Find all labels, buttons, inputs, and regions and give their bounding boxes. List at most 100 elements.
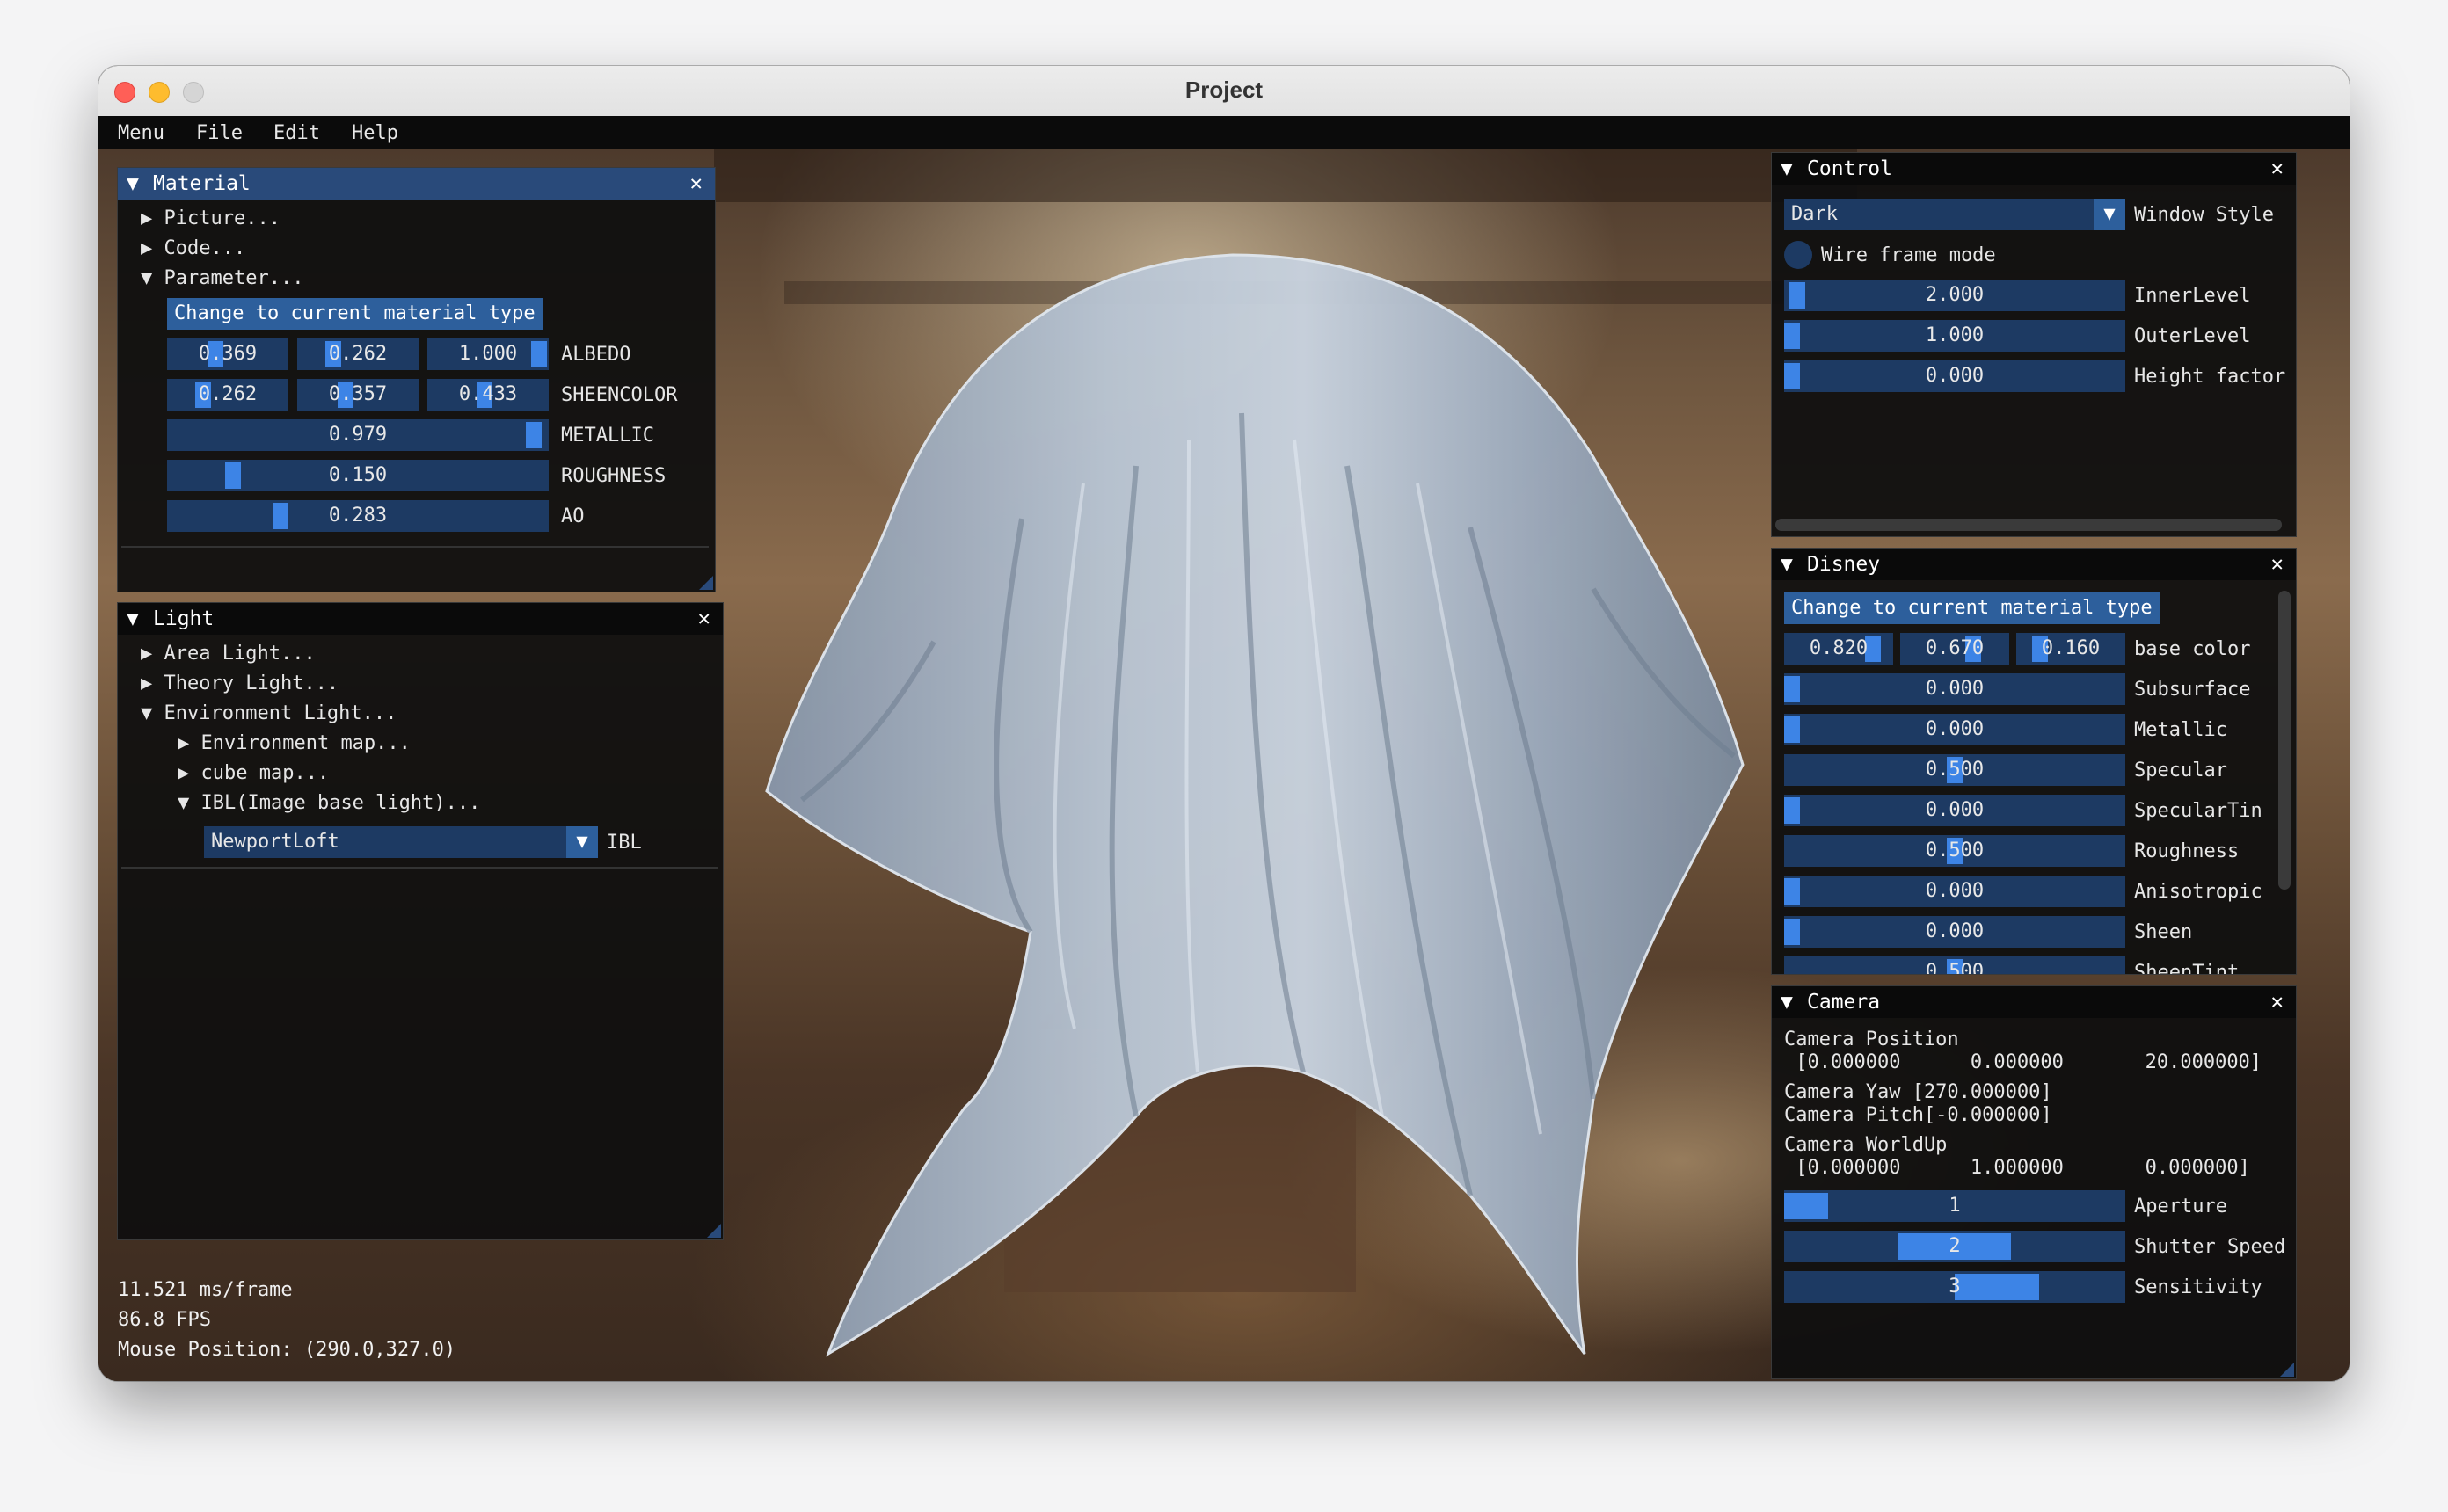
control-panel-header[interactable]: ▼ Control ✕ bbox=[1772, 153, 2296, 185]
tree-node-area-light[interactable]: ▶ Area Light... bbox=[141, 643, 316, 665]
menu-item-help[interactable]: Help bbox=[352, 122, 398, 144]
disney-param-slider[interactable]: 0.500 bbox=[1784, 835, 2125, 867]
change-material-type-button[interactable]: Change to current material type bbox=[167, 298, 543, 330]
control-panel: ▼ Control ✕ Dark ▼ Window Style Wire fra… bbox=[1771, 152, 2297, 537]
tree-node-environment-light[interactable]: ▼ Environment Light... bbox=[141, 702, 397, 724]
outer-level-slider[interactable]: 1.000 bbox=[1784, 320, 2125, 352]
metallic-slider[interactable]: 0.979 bbox=[167, 419, 549, 451]
material-panel-header[interactable]: ▼ Material ✕ bbox=[118, 168, 715, 200]
menu-item-menu[interactable]: Menu bbox=[118, 122, 164, 144]
menu-item-file[interactable]: File bbox=[196, 122, 243, 144]
shutter-speed-slider[interactable]: 2 bbox=[1784, 1231, 2125, 1262]
mouse-position-text: Mouse Position: (290.0,327.0) bbox=[118, 1339, 456, 1361]
close-icon[interactable]: ✕ bbox=[2271, 551, 2284, 576]
inner-level-slider[interactable]: 2.000 bbox=[1784, 280, 2125, 311]
disney-param-label: Subsurface bbox=[2134, 679, 2251, 701]
base-color-r-slider[interactable]: 0.820 bbox=[1784, 633, 1893, 665]
disney-param-slider[interactable]: 0.500 bbox=[1784, 956, 2125, 974]
sensitivity-slider[interactable]: 3 bbox=[1784, 1271, 2125, 1303]
albedo-label: ALBEDO bbox=[561, 344, 631, 366]
tree-label: Theory Light... bbox=[164, 672, 339, 694]
camera-position-label: Camera Position bbox=[1784, 1029, 1959, 1050]
roughness-label: ROUGHNESS bbox=[561, 465, 667, 487]
slider-value: 0.979 bbox=[328, 424, 388, 446]
close-icon[interactable]: ✕ bbox=[698, 606, 710, 630]
close-icon[interactable]: ✕ bbox=[2271, 989, 2284, 1014]
ao-slider[interactable]: 0.283 bbox=[167, 500, 549, 532]
disney-param-label: Roughness bbox=[2134, 840, 2240, 862]
vertical-scrollbar[interactable] bbox=[2278, 591, 2291, 890]
camera-worldup-label: Camera WorldUp bbox=[1784, 1134, 1948, 1156]
disney-param-slider[interactable]: 0.000 bbox=[1784, 795, 2125, 826]
disney-panel-title: Disney bbox=[1807, 553, 1881, 576]
tree-node-cube-map[interactable]: ▶ cube map... bbox=[178, 762, 329, 784]
sheencolor-g-slider[interactable]: 0.357 bbox=[297, 379, 419, 411]
collapse-triangle-icon[interactable]: ▼ bbox=[1781, 991, 1793, 1014]
disney-param-label: SheenTint bbox=[2134, 962, 2240, 975]
resize-grip[interactable] bbox=[707, 1224, 721, 1238]
tree-node-theory-light[interactable]: ▶ Theory Light... bbox=[141, 672, 339, 694]
camera-panel-title: Camera bbox=[1807, 991, 1881, 1014]
collapse-triangle-icon[interactable]: ▼ bbox=[1781, 157, 1793, 180]
slider-grab bbox=[1784, 1193, 1828, 1219]
slider-grab bbox=[1784, 919, 1800, 945]
disney-param-slider[interactable]: 0.500 bbox=[1784, 754, 2125, 786]
change-material-type-button[interactable]: Change to current material type bbox=[1784, 592, 2160, 624]
title-bar: Project bbox=[98, 66, 2350, 117]
tree-node-parameter[interactable]: ▼ Parameter... bbox=[141, 267, 303, 289]
disney-param-slider[interactable]: 0.000 bbox=[1784, 714, 2125, 745]
slider-value: 0.262 bbox=[328, 343, 388, 365]
resize-grip[interactable] bbox=[2280, 1363, 2294, 1377]
slider-value: 1.000 bbox=[1925, 324, 1985, 346]
wireframe-checkbox[interactable] bbox=[1784, 241, 1812, 269]
light-panel-header[interactable]: ▼ Light ✕ bbox=[118, 603, 723, 635]
tree-label: cube map... bbox=[200, 762, 330, 784]
app-window: Project Menu File Edit Help ▼ Material ✕… bbox=[98, 66, 2350, 1381]
camera-panel-header[interactable]: ▼ Camera ✕ bbox=[1772, 986, 2296, 1018]
chevron-down-icon[interactable]: ▼ bbox=[566, 826, 598, 858]
material-panel-title: Material bbox=[153, 172, 251, 195]
shutter-speed-label: Shutter Speed bbox=[2134, 1236, 2286, 1258]
tree-node-ibl[interactable]: ▼ IBL(Image base light)... bbox=[178, 792, 480, 814]
slider-grab bbox=[1784, 797, 1800, 824]
albedo-r-slider[interactable]: 0.369 bbox=[167, 338, 288, 370]
menu-item-edit[interactable]: Edit bbox=[273, 122, 320, 144]
disney-param-slider[interactable]: 0.000 bbox=[1784, 876, 2125, 907]
slider-grab bbox=[1784, 676, 1800, 702]
base-color-b-slider[interactable]: 0.160 bbox=[2016, 633, 2125, 665]
albedo-g-slider[interactable]: 0.262 bbox=[297, 338, 419, 370]
roughness-slider[interactable]: 0.150 bbox=[167, 460, 549, 491]
height-factor-slider[interactable]: 0.000 bbox=[1784, 360, 2125, 392]
horizontal-scrollbar[interactable] bbox=[1775, 519, 2282, 531]
slider-grab bbox=[273, 503, 288, 529]
tree-label: Picture... bbox=[164, 207, 280, 229]
collapse-triangle-icon[interactable]: ▼ bbox=[127, 172, 139, 195]
window-style-combo[interactable]: Dark ▼ bbox=[1784, 199, 2125, 230]
camera-panel: ▼ Camera ✕ Camera Position [0.000000 0.0… bbox=[1771, 985, 2297, 1379]
resize-grip[interactable] bbox=[699, 576, 713, 590]
disney-panel-header[interactable]: ▼ Disney ✕ bbox=[1772, 549, 2296, 580]
disney-param-slider[interactable]: 0.000 bbox=[1784, 916, 2125, 948]
close-icon[interactable]: ✕ bbox=[2271, 156, 2284, 180]
tree-node-environment-map[interactable]: ▶ Environment map... bbox=[178, 732, 411, 754]
close-icon[interactable]: ✕ bbox=[690, 171, 703, 195]
tree-node-picture[interactable]: ▶ Picture... bbox=[141, 207, 280, 229]
collapse-triangle-icon[interactable]: ▼ bbox=[127, 607, 139, 630]
albedo-b-slider[interactable]: 1.000 bbox=[427, 338, 549, 370]
slider-value: 0.262 bbox=[198, 383, 258, 405]
base-color-g-slider[interactable]: 0.670 bbox=[1900, 633, 2009, 665]
disney-param-slider[interactable]: 0.000 bbox=[1784, 673, 2125, 705]
sheencolor-r-slider[interactable]: 0.262 bbox=[167, 379, 288, 411]
aperture-label: Aperture bbox=[2134, 1196, 2227, 1218]
camera-pitch-text: Camera Pitch[-0.000000] bbox=[1784, 1104, 2052, 1126]
collapse-triangle-icon[interactable]: ▼ bbox=[1781, 553, 1793, 576]
tree-label: Environment map... bbox=[200, 732, 411, 754]
slider-value: 0.433 bbox=[458, 383, 518, 405]
chevron-down-icon[interactable]: ▼ bbox=[2094, 199, 2125, 230]
tree-node-code[interactable]: ▶ Code... bbox=[141, 237, 245, 259]
slider-grab bbox=[531, 341, 547, 367]
ibl-combo[interactable]: NewportLoft ▼ bbox=[204, 826, 598, 858]
aperture-slider[interactable]: 1 bbox=[1784, 1190, 2125, 1222]
slider-value: 0.369 bbox=[198, 343, 258, 365]
sheencolor-b-slider[interactable]: 0.433 bbox=[427, 379, 549, 411]
